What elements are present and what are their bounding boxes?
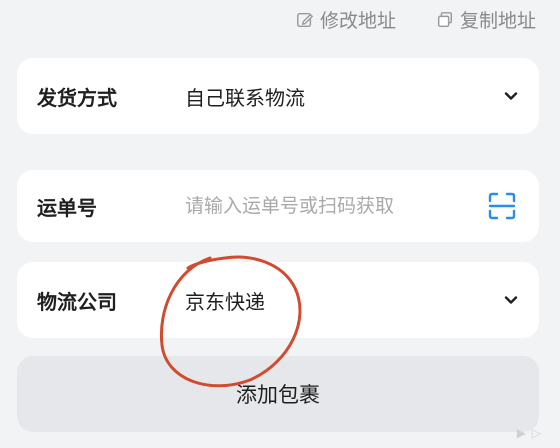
waybill-row: 运单号 <box>17 170 539 242</box>
edit-address-label: 修改地址 <box>319 10 396 32</box>
watermark: ▶ ▷ <box>516 426 542 440</box>
copy-address-button[interactable]: 复制地址 <box>436 6 536 33</box>
add-package-button[interactable]: 添加包裹 <box>17 356 539 432</box>
shipping-method-value: 自己联系物流 <box>185 85 305 110</box>
shipping-method-row[interactable]: 发货方式 自己联系物流 <box>17 58 539 134</box>
address-actions: 修改地址 复制地址 <box>296 6 536 33</box>
chevron-down-icon[interactable] <box>503 88 519 104</box>
waybill-label: 运单号 <box>37 195 97 220</box>
edit-icon <box>297 12 314 27</box>
scan-icon[interactable] <box>487 191 517 221</box>
courier-company-value: 京东快递 <box>185 289 265 314</box>
chevron-down-icon[interactable] <box>503 292 519 308</box>
courier-company-label: 物流公司 <box>37 289 117 314</box>
waybill-input[interactable] <box>185 195 487 217</box>
courier-company-row[interactable]: 物流公司 京东快递 <box>17 262 539 338</box>
copy-address-label: 复制地址 <box>459 10 536 32</box>
edit-address-button[interactable]: 修改地址 <box>296 6 396 33</box>
shipping-method-label: 发货方式 <box>37 85 117 110</box>
copy-icon <box>437 11 453 27</box>
